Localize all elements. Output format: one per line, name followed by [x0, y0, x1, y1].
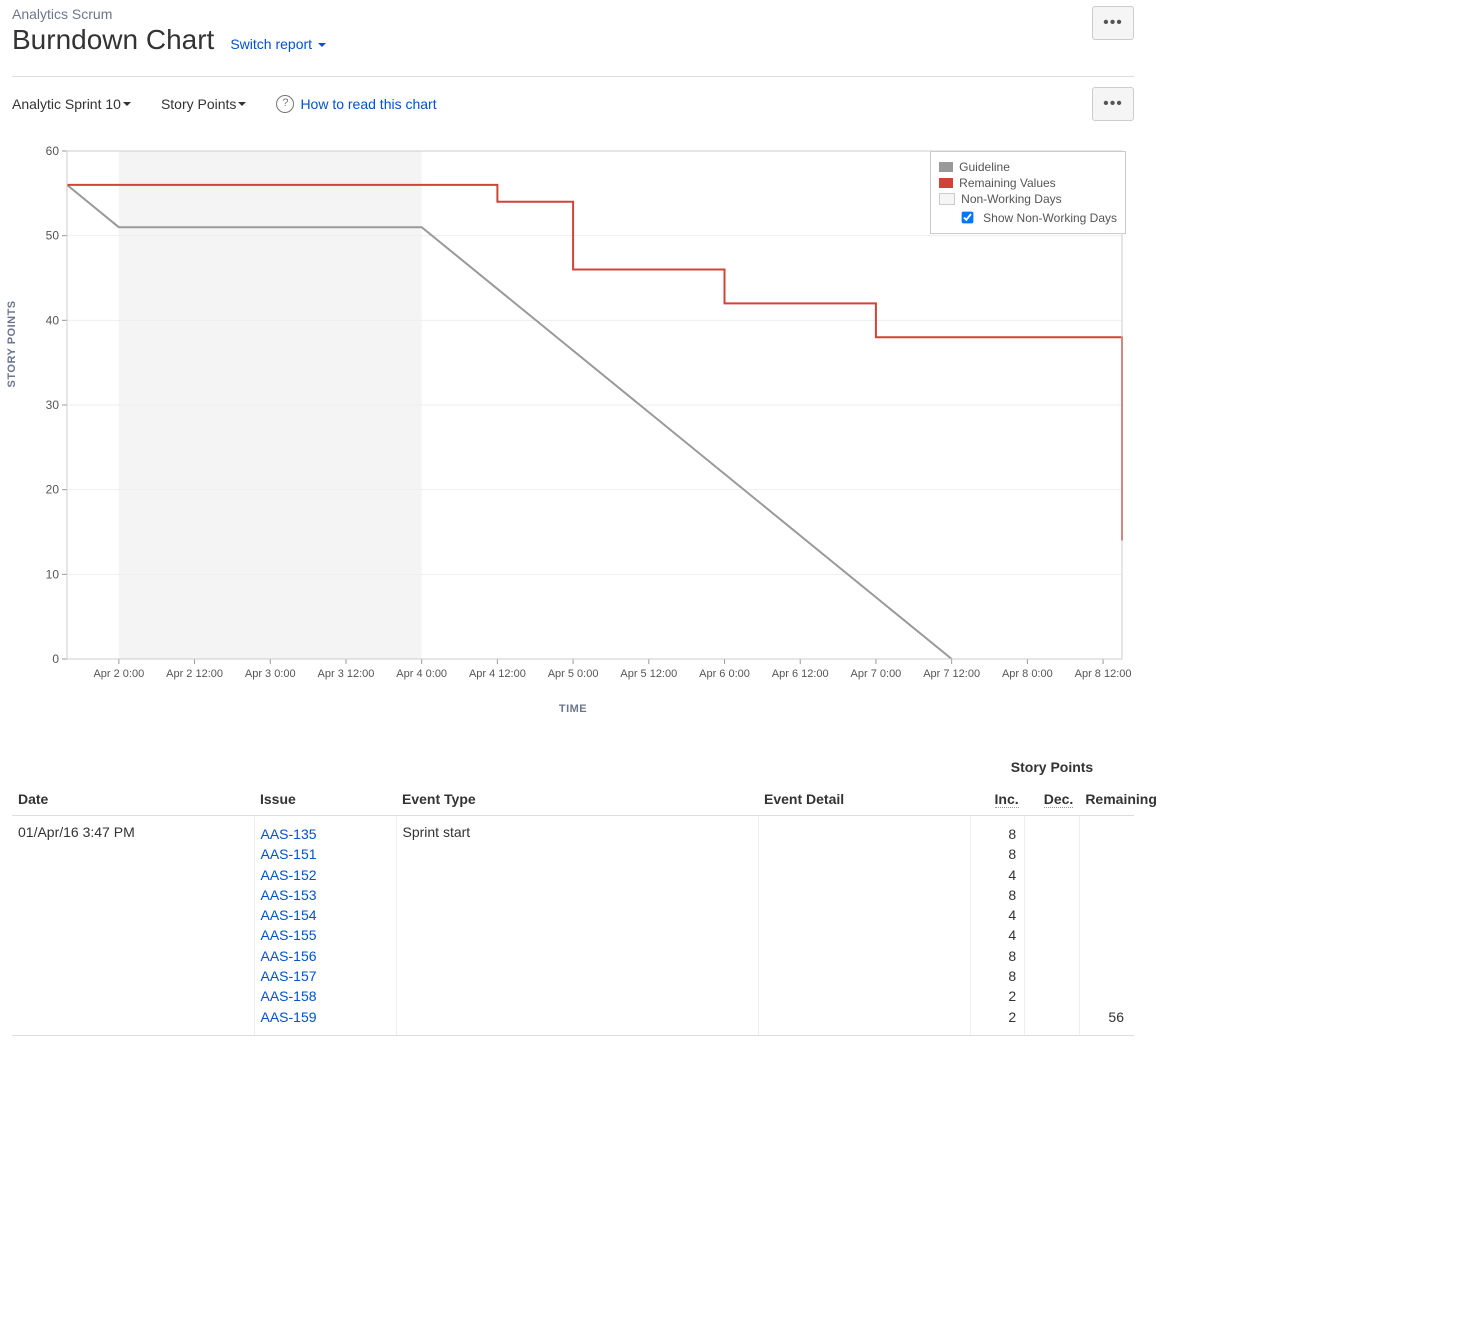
- chart-legend: Guideline Remaining Values Non-Working D…: [930, 151, 1126, 234]
- svg-text:Apr 5 0:00: Apr 5 0:00: [548, 668, 599, 680]
- col-inc[interactable]: Inc.: [970, 783, 1025, 816]
- svg-text:60: 60: [46, 144, 60, 158]
- issue-link[interactable]: AAS-153: [261, 885, 390, 905]
- svg-text:20: 20: [46, 483, 60, 497]
- col-issue[interactable]: Issue: [254, 783, 396, 816]
- chart-actions-button[interactable]: •••: [1092, 87, 1134, 121]
- legend-swatch-guideline: [939, 162, 953, 172]
- chevron-down-icon: [123, 102, 131, 106]
- how-to-read-link[interactable]: ? How to read this chart: [276, 95, 436, 113]
- cell-event-detail: [758, 816, 970, 1036]
- issue-link[interactable]: AAS-151: [261, 844, 390, 864]
- svg-text:30: 30: [46, 398, 60, 412]
- cell-inc: 8848448822: [970, 816, 1025, 1036]
- issue-link[interactable]: AAS-157: [261, 966, 390, 986]
- svg-text:Apr 2 0:00: Apr 2 0:00: [93, 668, 144, 680]
- breadcrumb[interactable]: Analytics Scrum: [12, 6, 326, 22]
- svg-text:Apr 4 12:00: Apr 4 12:00: [469, 668, 526, 680]
- svg-text:Apr 3 12:00: Apr 3 12:00: [318, 668, 375, 680]
- y-axis-label: STORY POINTS: [6, 300, 18, 387]
- estimate-selector-label: Story Points: [161, 96, 236, 112]
- sprint-selector-label: Analytic Sprint 10: [12, 96, 121, 112]
- svg-text:Apr 5 12:00: Apr 5 12:00: [620, 668, 677, 680]
- issue-link[interactable]: AAS-155: [261, 925, 390, 945]
- show-nonworking-label: Show Non-Working Days: [983, 211, 1117, 225]
- chevron-down-icon: [238, 102, 246, 106]
- cell-date: 01/Apr/16 3:47 PM: [12, 816, 254, 1036]
- svg-text:Apr 7 12:00: Apr 7 12:00: [923, 668, 980, 680]
- issue-link[interactable]: AAS-158: [261, 986, 390, 1006]
- issue-link[interactable]: AAS-159: [261, 1007, 390, 1027]
- svg-text:Apr 6 12:00: Apr 6 12:00: [772, 668, 829, 680]
- legend-guideline-label: Guideline: [959, 160, 1010, 174]
- col-event[interactable]: Event Type: [396, 783, 758, 816]
- switch-report-link[interactable]: Switch report: [230, 36, 326, 52]
- how-to-read-label: How to read this chart: [300, 96, 436, 112]
- issue-link[interactable]: AAS-154: [261, 905, 390, 925]
- show-nonworking-checkbox[interactable]: [962, 212, 974, 224]
- legend-swatch-nonworking: [939, 193, 955, 205]
- svg-text:Apr 7 0:00: Apr 7 0:00: [851, 668, 902, 680]
- burndown-chart: STORY POINTS 0102030405060Apr 2 0:00Apr …: [12, 141, 1134, 721]
- svg-text:Apr 8 12:00: Apr 8 12:00: [1075, 668, 1132, 680]
- sprint-selector[interactable]: Analytic Sprint 10: [12, 96, 131, 112]
- x-axis-label: TIME: [12, 703, 1134, 715]
- legend-guideline: Guideline: [939, 160, 1117, 174]
- cell-dec: [1025, 816, 1080, 1036]
- svg-text:Apr 4 0:00: Apr 4 0:00: [396, 668, 447, 680]
- svg-text:10: 10: [46, 567, 60, 581]
- svg-text:Apr 3 0:00: Apr 3 0:00: [245, 668, 296, 680]
- legend-nonworking: Non-Working Days: [939, 192, 1117, 206]
- issue-link[interactable]: AAS-152: [261, 865, 390, 885]
- chevron-down-icon: [318, 43, 326, 47]
- estimate-selector[interactable]: Story Points: [161, 96, 246, 112]
- legend-show-nonworking[interactable]: Show Non-Working Days: [957, 208, 1117, 227]
- svg-text:Apr 2 12:00: Apr 2 12:00: [166, 668, 223, 680]
- legend-nonworking-label: Non-Working Days: [961, 192, 1061, 206]
- page-title: Burndown Chart: [12, 24, 214, 56]
- svg-text:40: 40: [46, 313, 60, 327]
- more-actions-button[interactable]: •••: [1092, 6, 1134, 40]
- col-detail[interactable]: Event Detail: [758, 783, 970, 816]
- col-date[interactable]: Date: [12, 783, 254, 816]
- cell-remaining: 56: [1079, 816, 1134, 1036]
- col-dec[interactable]: Dec.: [1025, 783, 1080, 816]
- svg-text:0: 0: [52, 652, 59, 666]
- legend-remaining: Remaining Values: [939, 176, 1117, 190]
- switch-report-label: Switch report: [230, 36, 312, 52]
- svg-text:Apr 6 0:00: Apr 6 0:00: [699, 668, 750, 680]
- table-row: 01/Apr/16 3:47 PMAAS-135AAS-151AAS-152AA…: [12, 816, 1134, 1036]
- issue-link[interactable]: AAS-156: [261, 946, 390, 966]
- events-table: Story Points Date Issue Event Type Event…: [12, 751, 1134, 1036]
- issue-link[interactable]: AAS-135: [261, 824, 390, 844]
- col-remaining[interactable]: Remaining: [1079, 783, 1134, 816]
- legend-remaining-label: Remaining Values: [959, 176, 1056, 190]
- svg-text:50: 50: [46, 229, 60, 243]
- question-icon: ?: [276, 95, 294, 113]
- story-points-header: Story Points: [970, 751, 1134, 783]
- cell-event-type: Sprint start: [396, 816, 758, 1036]
- svg-text:Apr 8 0:00: Apr 8 0:00: [1002, 668, 1053, 680]
- legend-swatch-remaining: [939, 178, 953, 188]
- cell-issue: AAS-135AAS-151AAS-152AAS-153AAS-154AAS-1…: [254, 816, 396, 1036]
